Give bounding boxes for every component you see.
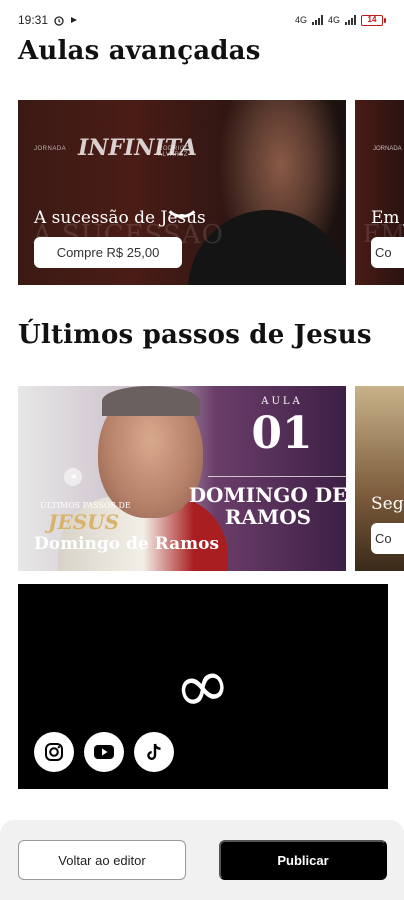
brand-left-text: JORNADA [34, 146, 67, 152]
course-card-sucessao[interactable]: JORNADA INFINITA RODRIGO ALVAREZ A SUCES… [18, 100, 346, 285]
status-left: 19:31 [18, 13, 78, 27]
infinity-logo-icon: ∞ [165, 641, 240, 732]
divider [208, 476, 346, 477]
battery-icon: 14 [361, 14, 386, 26]
social-block: ∞ [18, 584, 388, 789]
course-card-domingo[interactable]: AULA 01 DOMINGO DE RAMOS ◂ ÚLTIMOS PASSO… [18, 386, 346, 571]
status-time: 19:31 [18, 13, 49, 27]
alarm-icon [54, 16, 64, 26]
series-kicker: ÚLTIMOS PASSOS DE [40, 501, 131, 510]
signal-icon [311, 15, 323, 25]
aula-number: 01 [251, 408, 313, 459]
series-logo: JESUS [48, 510, 120, 534]
play-icon [71, 17, 78, 23]
youtube-icon[interactable] [84, 732, 124, 772]
cover-title: DOMINGO DE RAMOS [188, 483, 346, 529]
buy-button[interactable]: Compre R$ 25,00 [34, 237, 182, 268]
status-right: 4G 4G 14 [294, 14, 386, 26]
buy-button[interactable]: Co [371, 523, 404, 554]
course-title: Em J [371, 208, 404, 228]
tiktok-icon[interactable] [134, 732, 174, 772]
brand-left-text: JORNADA [373, 146, 402, 152]
publish-button[interactable]: Publicar [219, 840, 387, 880]
section-title-advanced: Aulas avançadas [18, 36, 261, 66]
footer-bar: Voltar ao editor Publicar [0, 820, 404, 900]
back-to-editor-button[interactable]: Voltar ao editor [18, 840, 186, 880]
aula-label: AULA [261, 396, 303, 407]
section-title-last-steps: Últimos passos de Jesus [18, 320, 372, 350]
status-bar: 19:31 4G 4G 14 [0, 0, 404, 40]
network-label-2: 4G [327, 15, 340, 25]
course-card-partial-2[interactable]: Segu Co [355, 386, 404, 571]
brand-right-text: RODRIGO ALVAREZ [158, 146, 191, 158]
battery-level: 14 [361, 14, 383, 26]
presenter-hair [102, 386, 200, 416]
signal-icon-2 [345, 15, 356, 25]
course-title: A sucessão de Jesus [34, 208, 206, 228]
course-title: Domingo de Ramos [34, 534, 220, 554]
buy-button[interactable]: Co [371, 237, 404, 268]
course-title: Segu [371, 494, 404, 514]
pager-dot-icon: ◂ [64, 468, 82, 486]
course-card-partial[interactable]: JORNADA EM Em J Co [355, 100, 404, 285]
instagram-icon[interactable] [34, 732, 74, 772]
network-label-1: 4G [294, 15, 307, 25]
